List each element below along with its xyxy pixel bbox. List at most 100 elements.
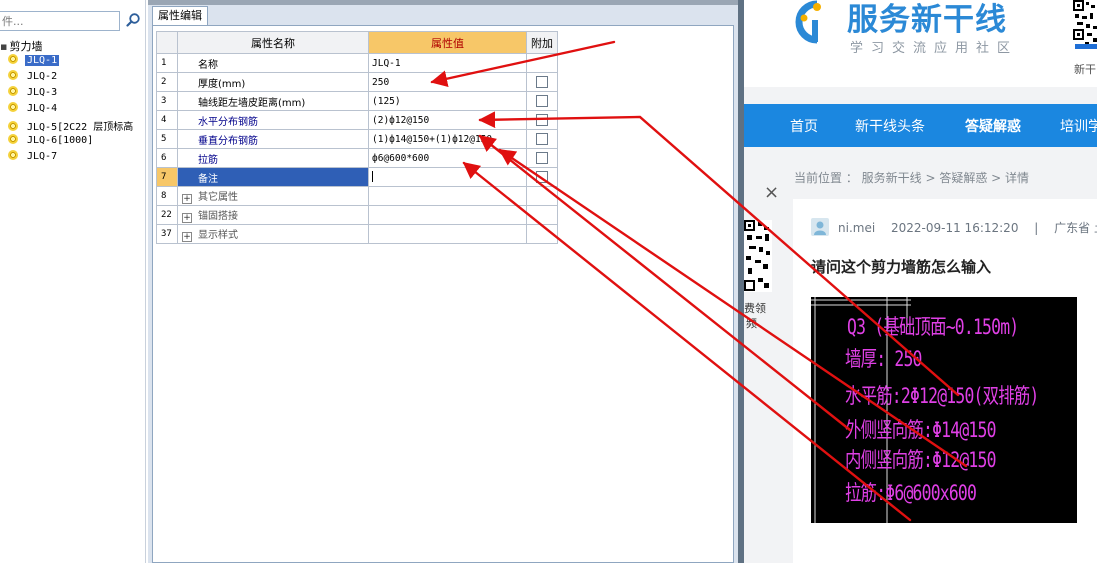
property-extra-cell[interactable] xyxy=(526,91,558,111)
property-extra-cell[interactable] xyxy=(526,110,558,130)
property-value-cell[interactable] xyxy=(368,205,527,225)
tree-item[interactable]: JLQ-3 xyxy=(8,86,59,101)
property-row[interactable]: 4 水平分布钢筋 (2)ф12@150 xyxy=(156,110,558,130)
property-name-cell[interactable]: + 锚固搭接 xyxy=(177,205,369,225)
nav-item-training[interactable]: 培训学 xyxy=(1060,116,1097,136)
tree-item-label: JLQ-2 xyxy=(27,71,58,82)
wall-component-icon xyxy=(8,54,18,64)
property-value: ф6@600*600 xyxy=(372,152,430,164)
search-input[interactable] xyxy=(0,11,120,31)
column-header-extra[interactable]: 附加 xyxy=(526,31,558,54)
property-name-cell[interactable]: + 其它属性 xyxy=(177,186,369,206)
tab-property-edit[interactable]: 属性编辑 xyxy=(152,6,208,25)
property-value: JLQ-1 xyxy=(372,57,401,69)
post-meta: ni.mei 2022-09-11 16:12:20 | 广东省 土 xyxy=(838,219,1097,236)
tree-item[interactable]: JLQ-7 xyxy=(8,150,59,165)
avatar[interactable] xyxy=(811,218,829,236)
property-row[interactable]: 3 轴线距左墙皮距离(mm) (125) xyxy=(156,91,558,111)
property-name-cell[interactable]: + 显示样式 xyxy=(177,224,369,244)
side-qr-caption: 费领 频 xyxy=(744,301,766,331)
tree-item-label: JLQ-7 xyxy=(27,151,58,162)
property-extra-cell[interactable] xyxy=(526,167,558,187)
property-name: 显示样式 xyxy=(198,230,238,241)
property-name-cell[interactable]: 拉筋 xyxy=(177,148,369,168)
tree-item[interactable]: JLQ-2 xyxy=(8,70,59,85)
property-row[interactable]: 2 厚度(mm) 250 xyxy=(156,72,558,92)
property-name-cell[interactable]: 名称 xyxy=(177,53,369,73)
tree-root-label: 剪力墙 xyxy=(9,40,43,53)
property-extra-cell[interactable] xyxy=(526,53,558,73)
property-value-cell[interactable]: 250 xyxy=(368,72,527,92)
extra-checkbox[interactable] xyxy=(536,114,548,126)
component-tree-panel: ▪ 剪力墙 JLQ-1 JLQ-2 JLQ-3 JLQ-4 JLQ-5[2C22 层顶标… xyxy=(0,0,146,563)
property-name-cell[interactable]: 垂直分布钢筋 xyxy=(177,129,369,149)
property-row[interactable]: 7 备注 xyxy=(156,167,558,187)
question-card: ni.mei 2022-09-11 16:12:20 | 广东省 土 请问这个剪… xyxy=(793,199,1097,563)
wall-component-icon xyxy=(8,102,18,112)
property-value-cell[interactable]: (125) xyxy=(368,91,527,111)
property-name: 拉筋 xyxy=(198,154,218,166)
property-value-cell[interactable] xyxy=(368,186,527,206)
close-icon[interactable]: × xyxy=(764,182,779,203)
extra-checkbox[interactable] xyxy=(536,171,548,183)
property-extra-cell[interactable] xyxy=(526,224,558,244)
property-row[interactable]: 1 名称 JLQ-1 xyxy=(156,53,558,73)
extra-checkbox[interactable] xyxy=(536,76,548,88)
property-row[interactable]: 8 + 其它属性 xyxy=(156,186,558,206)
property-row[interactable]: 37 + 显示样式 xyxy=(156,224,558,244)
column-header-name[interactable]: 属性名称 xyxy=(177,31,369,54)
site-logo-title[interactable]: 服务新干线 xyxy=(847,0,1007,39)
property-name-cell[interactable]: 轴线距左墙皮距离(mm) xyxy=(177,91,369,111)
nav-item-qa[interactable]: 答疑解惑 xyxy=(965,116,1021,136)
column-header-value[interactable]: 属性值 xyxy=(368,31,527,54)
side-qr-caption-line1: 费领 xyxy=(744,302,766,315)
extra-checkbox[interactable] xyxy=(536,152,548,164)
wall-component-icon xyxy=(8,121,18,131)
rownum-header xyxy=(156,31,178,54)
property-extra-cell[interactable] xyxy=(526,148,558,168)
post-location: 广东省 土 xyxy=(1054,221,1097,235)
expand-icon[interactable]: + xyxy=(182,194,192,204)
property-extra-cell[interactable] xyxy=(526,186,558,206)
property-value-cell[interactable]: (2)ф12@150 xyxy=(368,110,527,130)
question-title[interactable]: 请问这个剪力墙筋怎么输入 xyxy=(811,256,991,277)
extra-checkbox[interactable] xyxy=(536,95,548,107)
expand-icon[interactable]: + xyxy=(182,213,192,223)
collapse-icon[interactable]: ▪ xyxy=(0,40,7,53)
tree-item[interactable]: JLQ-1 xyxy=(8,54,60,69)
property-extra-cell[interactable] xyxy=(526,72,558,92)
extra-checkbox[interactable] xyxy=(536,133,548,145)
property-row[interactable]: 6 拉筋 ф6@600*600 xyxy=(156,148,558,168)
property-value-cell[interactable]: JLQ-1 xyxy=(368,53,527,73)
cad-drawing-image[interactable]: Q3 (基础顶面~0.150m) 墙厚: 250 水平筋:2Φ12@150(双排筋)… xyxy=(811,297,1077,523)
property-name-cell[interactable]: 水平分布钢筋 xyxy=(177,110,369,130)
row-number: 22 xyxy=(156,205,178,225)
property-name-cell[interactable]: 备注 xyxy=(177,167,369,187)
expand-icon[interactable]: + xyxy=(182,232,192,242)
row-number: 2 xyxy=(156,72,178,92)
side-qr-caption-line2: 频 xyxy=(746,317,757,330)
tree-item[interactable]: JLQ-6[1000] xyxy=(8,134,95,149)
nav-item-home[interactable]: 首页 xyxy=(790,116,818,136)
property-row[interactable]: 5 垂直分布钢筋 (1)ф14@150+(1)ф12@150 xyxy=(156,129,558,149)
tree-item[interactable]: JLQ-5[2C22 层顶标高 xyxy=(8,118,135,133)
tree-item[interactable]: JLQ-4 xyxy=(8,102,59,117)
property-value-cell[interactable]: ф6@600*600 xyxy=(368,148,527,168)
property-value-cell[interactable]: (1)ф14@150+(1)ф12@150 xyxy=(368,129,527,149)
property-name: 备注 xyxy=(198,173,218,185)
property-value-cell[interactable] xyxy=(368,167,527,187)
breadcrumb[interactable]: 当前位置 ： 服务新干线 > 答疑解惑 > 详情 xyxy=(794,169,1029,186)
qr-caption: 新干 xyxy=(1074,63,1096,76)
property-row[interactable]: 22 + 锚固搭接 xyxy=(156,205,558,225)
author-name[interactable]: ni.mei xyxy=(838,221,875,235)
site-nav: 首页 新干线头条 答疑解惑 培训学 xyxy=(744,104,1097,147)
property-extra-cell[interactable] xyxy=(526,205,558,225)
search-button[interactable] xyxy=(122,11,144,31)
row-number: 1 xyxy=(156,53,178,73)
qa-website: 服务新干线 学习交流应用社区 新干 首页 新干线头条 答疑解惑 培训学 当前位置… xyxy=(744,0,1097,563)
property-extra-cell[interactable] xyxy=(526,129,558,149)
property-value-cell[interactable] xyxy=(368,224,527,244)
nav-item-headlines[interactable]: 新干线头条 xyxy=(855,116,925,136)
tree-root-shear-wall[interactable]: ▪ 剪力墙 xyxy=(0,38,43,53)
property-name-cell[interactable]: 厚度(mm) xyxy=(177,72,369,92)
